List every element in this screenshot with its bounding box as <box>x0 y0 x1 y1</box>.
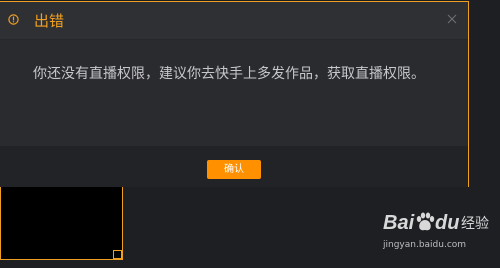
watermark-url: jingyan.baidu.com <box>383 240 467 250</box>
warning-circle-icon <box>8 14 19 25</box>
watermark-brand-du: du <box>435 212 460 234</box>
close-icon[interactable] <box>447 14 457 24</box>
dialog-footer: 确认 <box>0 146 468 187</box>
dialog-title: 出错 <box>34 12 65 30</box>
resize-handle[interactable] <box>113 250 122 259</box>
paw-icon <box>416 212 435 231</box>
confirm-button[interactable]: 确认 <box>207 160 261 179</box>
dialog-body: 你还没有直播权限，建议你去快手上多发作品，获取直播权限。 <box>0 40 468 146</box>
baidu-jingyan-watermark: Bai du 经验 jingyan.baidu.com <box>383 208 495 264</box>
error-message: 你还没有直播权限，建议你去快手上多发作品，获取直播权限。 <box>33 66 425 82</box>
error-dialog: 出错 你还没有直播权限，建议你去快手上多发作品，获取直播权限。 确认 <box>0 1 469 187</box>
dialog-header: 出错 <box>0 2 468 40</box>
watermark-product: 经验 <box>461 216 489 232</box>
watermark-brand-bai: Bai <box>383 212 415 234</box>
